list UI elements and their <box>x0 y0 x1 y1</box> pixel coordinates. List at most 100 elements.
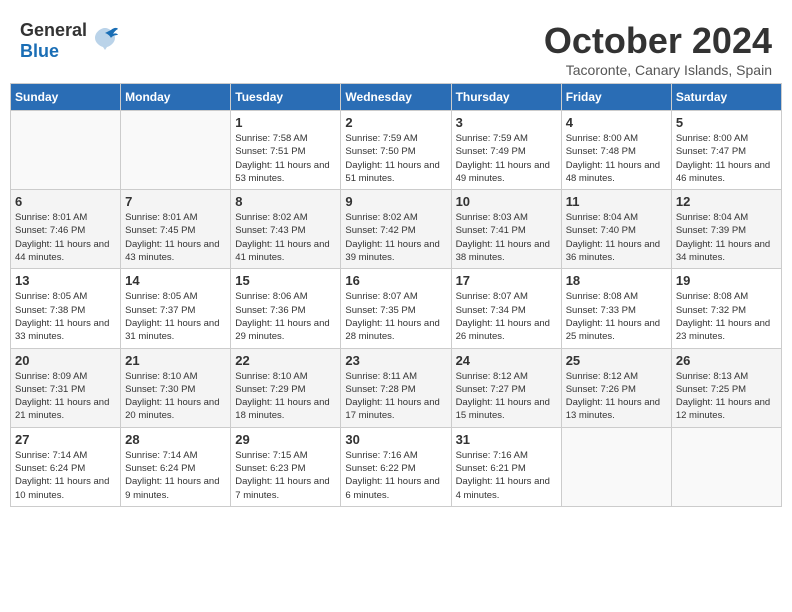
calendar-cell: 22 Sunrise: 8:10 AM Sunset: 7:29 PM Dayli… <box>231 348 341 427</box>
calendar-cell: 19 Sunrise: 8:08 AM Sunset: 7:32 PM Dayli… <box>671 269 781 348</box>
day-info: Sunrise: 8:04 AM Sunset: 7:40 PM Dayligh… <box>566 211 667 264</box>
calendar-cell: 11 Sunrise: 8:04 AM Sunset: 7:40 PM Dayli… <box>561 190 671 269</box>
day-info: Sunrise: 7:58 AM Sunset: 7:51 PM Dayligh… <box>235 132 336 185</box>
day-header-thursday: Thursday <box>451 84 561 111</box>
calendar-header-row: SundayMondayTuesdayWednesdayThursdayFrid… <box>11 84 782 111</box>
day-number: 17 <box>456 273 557 288</box>
day-info: Sunrise: 7:14 AM Sunset: 6:24 PM Dayligh… <box>15 449 116 502</box>
day-info: Sunrise: 8:11 AM Sunset: 7:28 PM Dayligh… <box>345 370 446 423</box>
day-info: Sunrise: 8:08 AM Sunset: 7:32 PM Dayligh… <box>676 290 777 343</box>
day-number: 2 <box>345 115 446 130</box>
day-info: Sunrise: 8:06 AM Sunset: 7:36 PM Dayligh… <box>235 290 336 343</box>
day-number: 19 <box>676 273 777 288</box>
day-info: Sunrise: 8:10 AM Sunset: 7:30 PM Dayligh… <box>125 370 226 423</box>
calendar-cell <box>11 111 121 190</box>
day-info: Sunrise: 8:12 AM Sunset: 7:26 PM Dayligh… <box>566 370 667 423</box>
calendar-cell: 1Sunrise: 7:58 AM Sunset: 7:51 PM Daylig… <box>231 111 341 190</box>
day-number: 14 <box>125 273 226 288</box>
calendar-cell: 4Sunrise: 8:00 AM Sunset: 7:48 PM Daylig… <box>561 111 671 190</box>
day-header-wednesday: Wednesday <box>341 84 451 111</box>
calendar-week-row: 1Sunrise: 7:58 AM Sunset: 7:51 PM Daylig… <box>11 111 782 190</box>
calendar-cell: 5 Sunrise: 8:00 AM Sunset: 7:47 PM Daylig… <box>671 111 781 190</box>
logo: General Blue <box>20 20 119 62</box>
day-number: 13 <box>15 273 116 288</box>
calendar-cell: 25 Sunrise: 8:12 AM Sunset: 7:26 PM Dayli… <box>561 348 671 427</box>
calendar-cell: 18 Sunrise: 8:08 AM Sunset: 7:33 PM Dayli… <box>561 269 671 348</box>
day-info: Sunrise: 8:12 AM Sunset: 7:27 PM Dayligh… <box>456 370 557 423</box>
day-info: Sunrise: 8:01 AM Sunset: 7:45 PM Dayligh… <box>125 211 226 264</box>
calendar-cell <box>671 427 781 506</box>
month-title: October 2024 <box>544 20 772 62</box>
day-info: Sunrise: 8:05 AM Sunset: 7:38 PM Dayligh… <box>15 290 116 343</box>
day-info: Sunrise: 8:00 AM Sunset: 7:48 PM Dayligh… <box>566 132 667 185</box>
calendar-cell: 24 Sunrise: 8:12 AM Sunset: 7:27 PM Dayli… <box>451 348 561 427</box>
day-number: 21 <box>125 353 226 368</box>
day-info: Sunrise: 8:02 AM Sunset: 7:42 PM Dayligh… <box>345 211 446 264</box>
calendar-week-row: 20 Sunrise: 8:09 AM Sunset: 7:31 PM Dayli… <box>11 348 782 427</box>
calendar-cell <box>121 111 231 190</box>
day-info: Sunrise: 8:00 AM Sunset: 7:47 PM Dayligh… <box>676 132 777 185</box>
day-info: Sunrise: 8:13 AM Sunset: 7:25 PM Dayligh… <box>676 370 777 423</box>
day-number: 5 <box>676 115 777 130</box>
calendar-cell: 8 Sunrise: 8:02 AM Sunset: 7:43 PM Daylig… <box>231 190 341 269</box>
calendar-table: SundayMondayTuesdayWednesdayThursdayFrid… <box>10 83 782 507</box>
page-header: General Blue October 2024 Tacoronte, Can… <box>10 10 782 83</box>
calendar-cell: 12Sunrise: 8:04 AM Sunset: 7:39 PM Dayli… <box>671 190 781 269</box>
day-header-friday: Friday <box>561 84 671 111</box>
title-block: October 2024 Tacoronte, Canary Islands, … <box>544 20 772 78</box>
day-info: Sunrise: 8:10 AM Sunset: 7:29 PM Dayligh… <box>235 370 336 423</box>
day-info: Sunrise: 8:07 AM Sunset: 7:34 PM Dayligh… <box>456 290 557 343</box>
calendar-cell: 21 Sunrise: 8:10 AM Sunset: 7:30 PM Dayli… <box>121 348 231 427</box>
day-info: Sunrise: 7:14 AM Sunset: 6:24 PM Dayligh… <box>125 449 226 502</box>
calendar-cell: 30Sunrise: 7:16 AM Sunset: 6:22 PM Dayli… <box>341 427 451 506</box>
day-number: 28 <box>125 432 226 447</box>
calendar-week-row: 6 Sunrise: 8:01 AM Sunset: 7:46 PM Daylig… <box>11 190 782 269</box>
calendar-cell: 23 Sunrise: 8:11 AM Sunset: 7:28 PM Dayli… <box>341 348 451 427</box>
calendar-cell: 14Sunrise: 8:05 AM Sunset: 7:37 PM Dayli… <box>121 269 231 348</box>
day-number: 6 <box>15 194 116 209</box>
calendar-cell: 31 Sunrise: 7:16 AM Sunset: 6:21 PM Dayli… <box>451 427 561 506</box>
calendar-week-row: 27 Sunrise: 7:14 AM Sunset: 6:24 PM Dayli… <box>11 427 782 506</box>
day-number: 22 <box>235 353 336 368</box>
day-info: Sunrise: 7:59 AM Sunset: 7:50 PM Dayligh… <box>345 132 446 185</box>
day-number: 25 <box>566 353 667 368</box>
day-number: 24 <box>456 353 557 368</box>
day-number: 10 <box>456 194 557 209</box>
day-header-tuesday: Tuesday <box>231 84 341 111</box>
day-info: Sunrise: 8:01 AM Sunset: 7:46 PM Dayligh… <box>15 211 116 264</box>
day-number: 16 <box>345 273 446 288</box>
day-number: 23 <box>345 353 446 368</box>
day-info: Sunrise: 8:08 AM Sunset: 7:33 PM Dayligh… <box>566 290 667 343</box>
calendar-cell: 2 Sunrise: 7:59 AM Sunset: 7:50 PM Daylig… <box>341 111 451 190</box>
day-number: 15 <box>235 273 336 288</box>
day-info: Sunrise: 7:16 AM Sunset: 6:21 PM Dayligh… <box>456 449 557 502</box>
calendar-cell: 27 Sunrise: 7:14 AM Sunset: 6:24 PM Dayli… <box>11 427 121 506</box>
calendar-cell <box>561 427 671 506</box>
logo-bird-icon <box>91 24 119 58</box>
day-number: 11 <box>566 194 667 209</box>
calendar-cell: 10Sunrise: 8:03 AM Sunset: 7:41 PM Dayli… <box>451 190 561 269</box>
day-info: Sunrise: 8:09 AM Sunset: 7:31 PM Dayligh… <box>15 370 116 423</box>
calendar-cell: 28 Sunrise: 7:14 AM Sunset: 6:24 PM Dayli… <box>121 427 231 506</box>
day-number: 31 <box>456 432 557 447</box>
day-number: 27 <box>15 432 116 447</box>
day-number: 8 <box>235 194 336 209</box>
day-header-sunday: Sunday <box>11 84 121 111</box>
day-number: 30 <box>345 432 446 447</box>
calendar-week-row: 13 Sunrise: 8:05 AM Sunset: 7:38 PM Dayli… <box>11 269 782 348</box>
day-info: Sunrise: 8:04 AM Sunset: 7:39 PM Dayligh… <box>676 211 777 264</box>
day-number: 7 <box>125 194 226 209</box>
day-number: 26 <box>676 353 777 368</box>
day-info: Sunrise: 8:02 AM Sunset: 7:43 PM Dayligh… <box>235 211 336 264</box>
calendar-cell: 13 Sunrise: 8:05 AM Sunset: 7:38 PM Dayli… <box>11 269 121 348</box>
day-number: 18 <box>566 273 667 288</box>
day-number: 3 <box>456 115 557 130</box>
location: Tacoronte, Canary Islands, Spain <box>544 62 772 78</box>
calendar-cell: 26 Sunrise: 8:13 AM Sunset: 7:25 PM Dayli… <box>671 348 781 427</box>
day-number: 20 <box>15 353 116 368</box>
logo-general: General <box>20 20 87 40</box>
calendar-cell: 7 Sunrise: 8:01 AM Sunset: 7:45 PM Daylig… <box>121 190 231 269</box>
logo-blue: Blue <box>20 41 59 61</box>
calendar-cell: 6 Sunrise: 8:01 AM Sunset: 7:46 PM Daylig… <box>11 190 121 269</box>
calendar-cell: 29Sunrise: 7:15 AM Sunset: 6:23 PM Dayli… <box>231 427 341 506</box>
